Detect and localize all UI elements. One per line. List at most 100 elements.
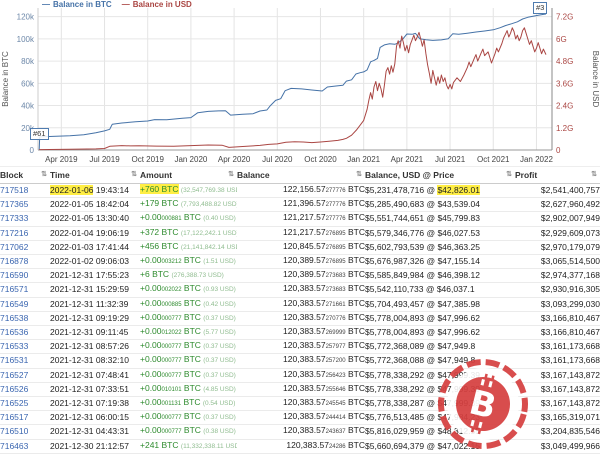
column-header-label: Block	[0, 170, 23, 180]
block-link[interactable]: 716538	[0, 313, 28, 323]
chart-annotation-start[interactable]: #61	[30, 128, 49, 140]
time-cell: 2021-12-31 15:29:59	[50, 283, 140, 297]
column-header-usd[interactable]: Balance, USD @ Price⇅	[365, 167, 515, 184]
block-link[interactable]: 716571	[0, 284, 28, 294]
legend-line-swatch: —	[42, 0, 50, 9]
y-right-tick-label: 0	[556, 146, 561, 155]
x-axis-tick-label: Jan 2021	[347, 155, 380, 164]
column-header-block[interactable]: Block ⇅	[0, 167, 50, 184]
sort-arrows-icon[interactable]: ⇅	[41, 170, 47, 178]
chart-plot[interactable]: Apr 2019Jul 2019Oct 2019Jan 2020Apr 2020…	[0, 0, 600, 166]
price-value: $46,037.1	[437, 284, 475, 294]
legend-item[interactable]: —Balance in BTC	[42, 0, 112, 9]
block-link[interactable]: 716536	[0, 327, 28, 337]
legend-item[interactable]: —Balance in USD	[122, 0, 192, 9]
x-axis-tick-label: Apr 2021	[391, 155, 424, 164]
transactions-table: Block⇅Time⇅Amount⇅Balance⇅Balance, USD @…	[0, 166, 600, 454]
sort-arrows-icon[interactable]: ⇅	[506, 170, 512, 178]
price-value: $43,539.04	[437, 199, 480, 209]
block-link[interactable]: 716526	[0, 384, 28, 394]
block-link[interactable]: 716531	[0, 355, 28, 365]
table-header: Block⇅Time⇅Amount⇅Balance⇅Balance, USD @…	[0, 167, 600, 184]
column-header-amt[interactable]: Amount⇅	[140, 167, 237, 184]
table-row: 7170622022-01-03 17:41:44+456 BTC (21,14…	[0, 240, 600, 254]
amount-btc: +0.00000885 BTC	[140, 298, 201, 308]
amount-btc: +0.00001131 BTC	[140, 397, 200, 407]
tx-time: 07:19:38	[96, 398, 129, 408]
amount-usd: (0.37 USD)	[203, 414, 236, 421]
amount-cell: +0.00000777 BTC (0.38 USD)	[140, 425, 237, 439]
tx-time: 21:12:57	[96, 441, 129, 451]
block-link[interactable]: 716517	[0, 412, 28, 422]
amount-btc: +0.00003212 BTC	[140, 255, 201, 265]
y-left-tick-label: 0	[30, 146, 35, 155]
amount-cell: +0.00002022 BTC (0.93 USD)	[140, 283, 237, 297]
x-axis-tick-label: Jul 2019	[89, 155, 120, 164]
block-link[interactable]: 716525	[0, 398, 28, 408]
block-link[interactable]: 717365	[0, 199, 28, 209]
price-value: $46,398.12	[437, 270, 480, 280]
y-right-tick-label: 6G	[556, 35, 567, 44]
table-row: 7165272021-12-31 07:48:41+0.00000777 BTC…	[0, 368, 600, 382]
table-row: 716525 2021-12-31 07:19:38 +0.00001131 BTC…	[0, 397, 600, 411]
balance-cell: 121,396.57277776 BTC	[237, 198, 365, 212]
block-link[interactable]: 716533	[0, 341, 28, 351]
tx-date: 2022-01-05	[50, 199, 93, 209]
balance-cell: 120,383.57257977 BTC	[237, 340, 365, 354]
block-link[interactable]: 717216	[0, 228, 28, 238]
tx-time: 08:32:10	[96, 355, 129, 365]
table-row: 7165902021-12-31 17:55:23+6 BTC (276,388…	[0, 269, 600, 283]
time-cell: 2021-12-31 07:33:51	[50, 382, 140, 396]
chart-annotation-end[interactable]: #3	[533, 2, 547, 14]
block-link[interactable]: 717518	[0, 185, 28, 195]
block-link[interactable]: 716549	[0, 299, 28, 309]
balance-cell: 120,383.57244414 BTC	[237, 411, 365, 425]
balance-chart[interactable]: Apr 2019Jul 2019Oct 2019Jan 2020Apr 2020…	[0, 0, 600, 166]
profit-cell: $3,049,499,966	[515, 439, 600, 453]
tx-date: 2021-12-31	[50, 327, 93, 337]
y-right-tick-label: 1.2G	[556, 124, 573, 133]
block-cell: 716525	[0, 397, 50, 411]
tx-time: 07:48:41	[96, 370, 129, 380]
block-cell: 716538	[0, 311, 50, 325]
block-cell: 716571	[0, 283, 50, 297]
amount-cell: +456 BTC (21,141,842.14 USD)	[140, 240, 237, 254]
amount-usd: (0.37 USD)	[203, 357, 236, 364]
block-link[interactable]: 716463	[0, 441, 28, 451]
sort-arrows-icon[interactable]: ⇅	[591, 170, 597, 178]
y-left-tick-label: 60k	[21, 79, 35, 88]
sort-arrows-icon[interactable]: ⇅	[131, 170, 137, 178]
table-row: 7165332021-12-31 08:57:26+0.00000777 BTC…	[0, 340, 600, 354]
amount-usd: (0.54 USD)	[203, 400, 236, 407]
tx-time: 17:41:44	[96, 242, 129, 252]
time-cell: 2021-12-31 17:55:23	[50, 269, 140, 283]
amount-usd: (0.38 USD)	[203, 428, 236, 435]
block-cell: 716526	[0, 382, 50, 396]
block-cell: 716510	[0, 425, 50, 439]
amount-btc: +241 BTC	[140, 440, 179, 450]
column-header-label: Time	[50, 170, 70, 180]
column-header-bal[interactable]: Balance⇅	[237, 167, 365, 184]
block-link[interactable]: 716590	[0, 270, 28, 280]
block-link[interactable]: 717062	[0, 242, 28, 252]
balance-usd-price-cell: $5,551,744,651 @ $45,799.83	[365, 212, 515, 226]
sort-arrows-icon[interactable]: ⇅	[228, 170, 234, 178]
tx-date: 2021-12-31	[50, 398, 93, 408]
amount-usd: (276,388.73 USD)	[171, 272, 223, 279]
column-header-time[interactable]: Time ⇅	[50, 167, 140, 184]
profit-cell: $3,166,810,467	[515, 311, 600, 325]
block-link[interactable]: 716527	[0, 370, 28, 380]
block-link[interactable]: 716878	[0, 256, 28, 266]
tx-date: 2021-12-31	[50, 355, 93, 365]
tx-time: 09:06:03	[96, 256, 129, 266]
block-link[interactable]: 716510	[0, 426, 28, 436]
amount-cell: +0.00010101 BTC (4.85 USD)	[140, 382, 237, 396]
amount-usd: (21,141,842.14 USD)	[181, 244, 237, 251]
amount-usd: (0.93 USD)	[203, 286, 236, 293]
block-cell: 717365	[0, 198, 50, 212]
column-header-profit[interactable]: Profit⇅	[515, 167, 600, 184]
balance-cell: 120,383.57273683 BTC	[237, 283, 365, 297]
balance-usd-price-cell: $5,778,004,893 @ $47,996.62	[365, 326, 515, 340]
block-link[interactable]: 717333	[0, 213, 28, 223]
sort-arrows-icon[interactable]: ⇅	[356, 170, 362, 178]
